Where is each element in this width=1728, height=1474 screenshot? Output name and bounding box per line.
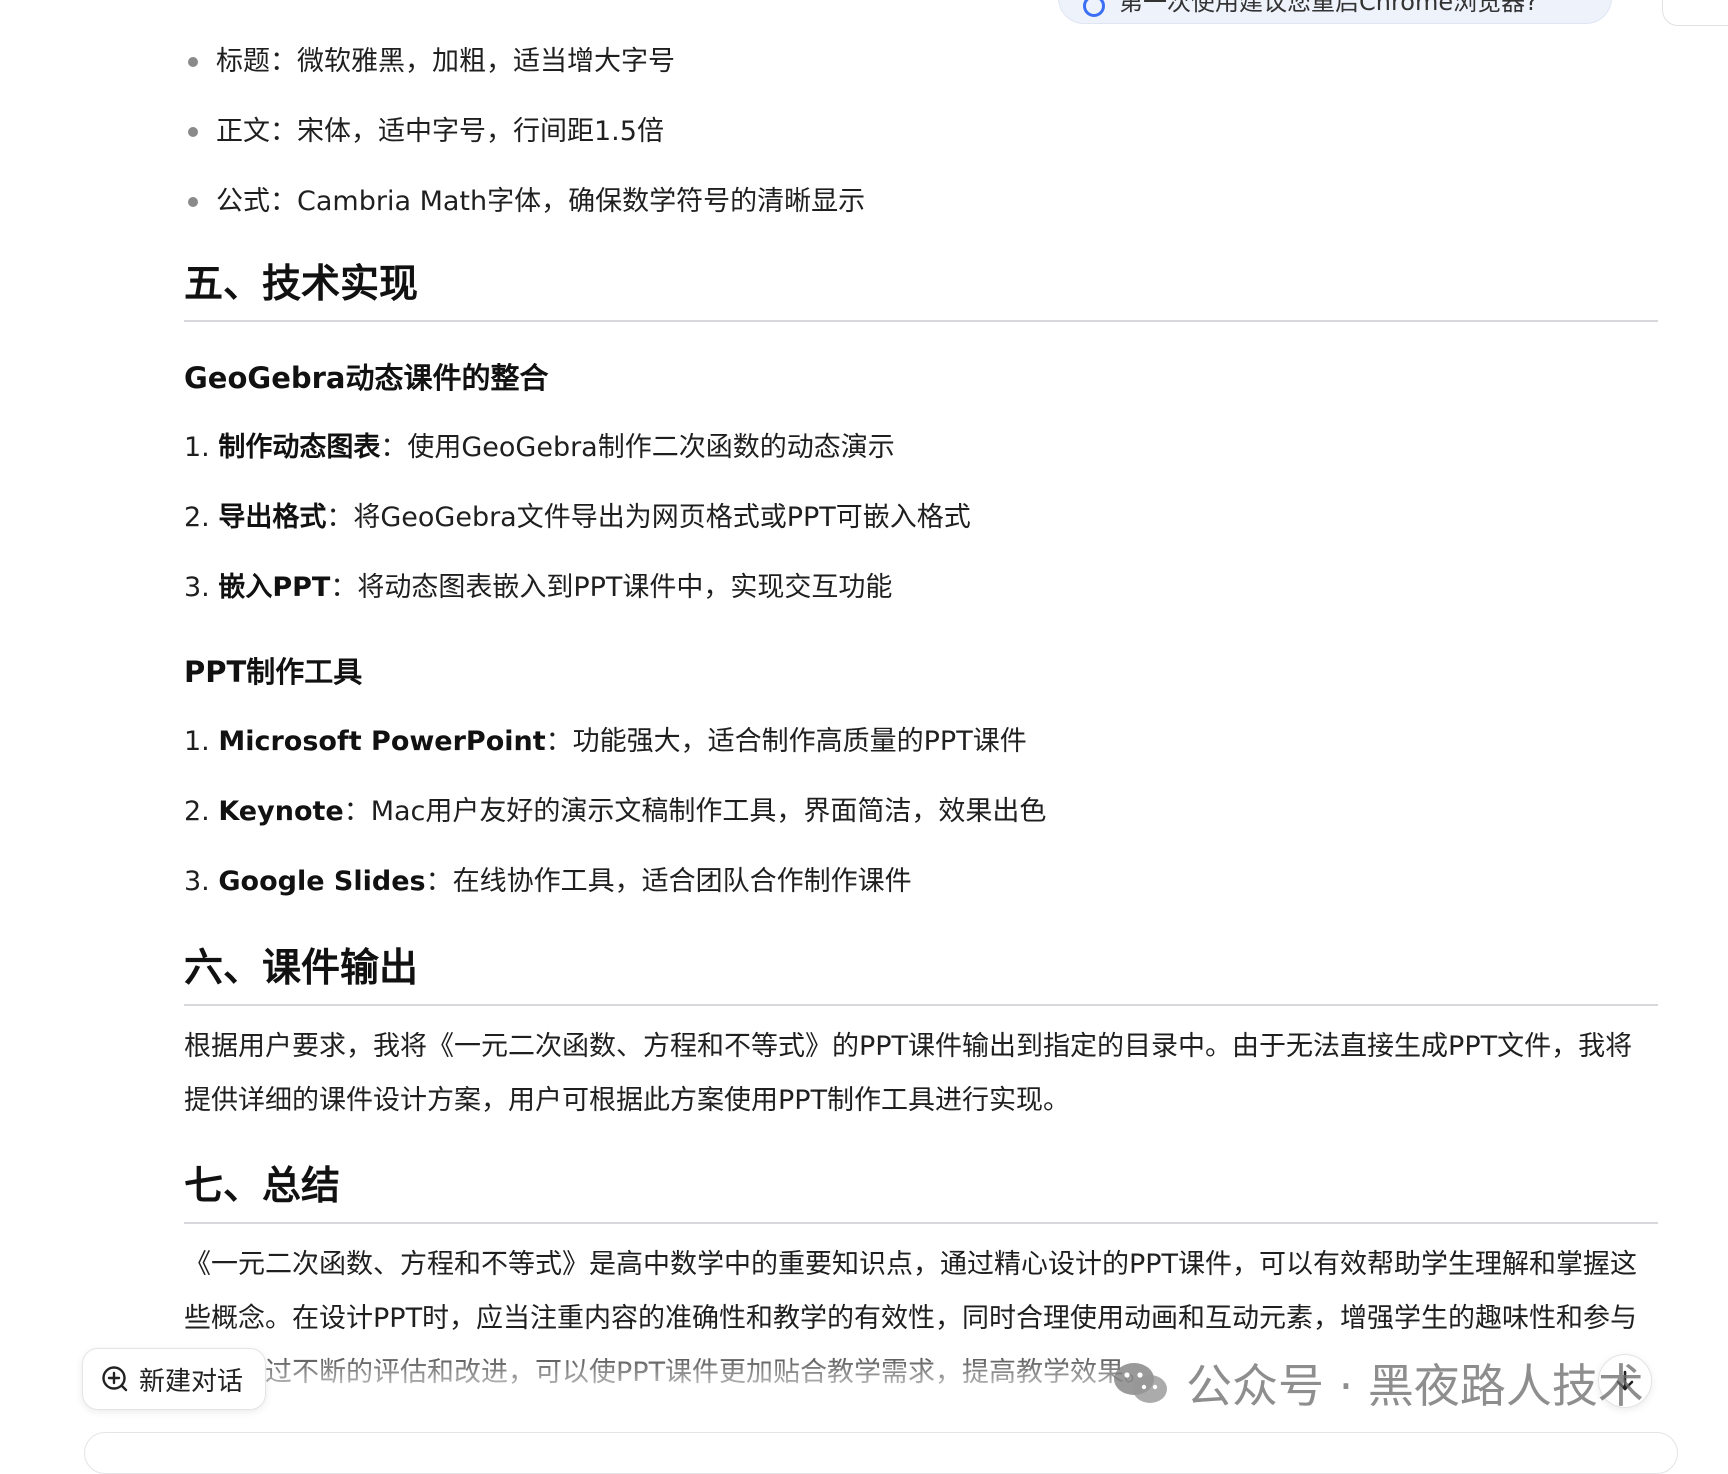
list-item: 正文：宋体，适中字号，行间距1.5倍 xyxy=(184,108,865,156)
new-chat-label: 新建对话 xyxy=(139,1366,244,1397)
top-banner-text: 第一次使用建议您重启Chrome浏览器? xyxy=(1119,0,1538,16)
section-heading-output: 六、课件输出 xyxy=(184,942,1658,1006)
chat-input-box[interactable] xyxy=(84,1432,1678,1474)
section-heading-summary: 七、总结 xyxy=(184,1160,1658,1224)
font-bullet-list: 标题：微软雅黑，加粗，适当增大字号 正文：宋体，适中字号，行间距1.5倍 公式：… xyxy=(184,38,865,248)
wechat-icon xyxy=(1114,1363,1167,1403)
list-item: 标题：微软雅黑，加粗，适当增大字号 xyxy=(184,38,865,86)
plus-circle-icon xyxy=(102,1366,128,1392)
top-right-button[interactable] xyxy=(1662,0,1728,26)
list-item: 2. Keynote：Mac用户友好的演示文稿制作工具，界面简洁，效果出色 xyxy=(184,796,1047,827)
info-icon xyxy=(1083,0,1105,17)
subheading-ppt-tools: PPT制作工具 xyxy=(184,655,363,689)
list-item: 3. 嵌入PPT：将动态图表嵌入到PPT课件中，实现交互功能 xyxy=(184,572,893,603)
list-item: 2. 导出格式：将GeoGebra文件导出为网页格式或PPT可嵌入格式 xyxy=(184,502,971,533)
list-item: 1. Microsoft PowerPoint：功能强大，适合制作高质量的PPT… xyxy=(184,726,1027,757)
output-paragraph: 根据用户要求，我将《一元二次函数、方程和不等式》的PPT课件输出到指定的目录中。… xyxy=(184,1031,1633,1116)
section-heading-tech: 五、技术实现 xyxy=(184,258,1658,322)
new-chat-button[interactable]: 新建对话 xyxy=(82,1348,267,1410)
subheading-geogebra: GeoGebra动态课件的整合 xyxy=(184,361,549,395)
top-notification-banner[interactable]: 第一次使用建议您重启Chrome浏览器? xyxy=(1058,0,1612,24)
list-item: 1. 制作动态图表：使用GeoGebra制作二次函数的动态演示 xyxy=(184,432,895,463)
list-item: 3. Google Slides：在线协作工具，适合团队合作制作课件 xyxy=(184,866,912,897)
watermark: 公众号 · 黑夜路人技术 xyxy=(1110,1350,1644,1416)
watermark-text: 公众号 · 黑夜路人技术 xyxy=(1186,1359,1644,1413)
list-item: 公式：Cambria Math字体，确保数学符号的清晰显示 xyxy=(184,178,865,226)
